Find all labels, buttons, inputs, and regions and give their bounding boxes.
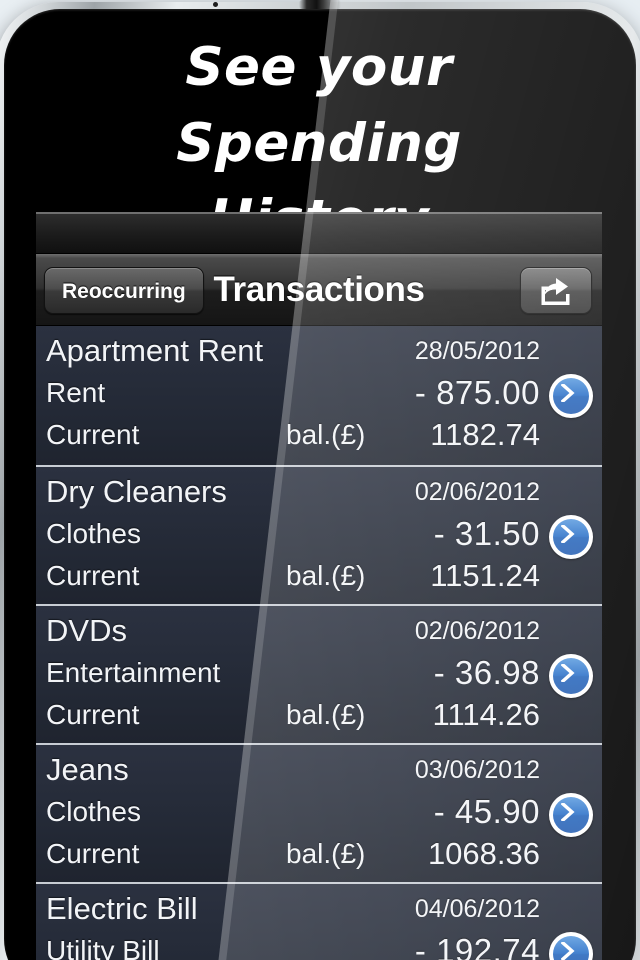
balance-label: bal.(£)	[286, 419, 366, 450]
transaction-date: 28/05/2012	[414, 337, 540, 365]
transaction-category: Clothes	[46, 518, 141, 549]
row-line-tertiary: Current bal.(£) 1182.74	[36, 412, 602, 458]
account-name: Current	[46, 419, 140, 450]
transaction-date: 02/06/2012	[414, 617, 540, 645]
table-row[interactable]: Apartment Rent 28/05/2012 Rent - 875.00 …	[36, 326, 602, 465]
transaction-name: Dry Cleaners	[46, 474, 227, 509]
row-line-primary: Dry Cleaners 02/06/2012	[36, 469, 602, 515]
row-line-tertiary: Current bal.(£) 1151.24	[36, 553, 602, 599]
transaction-name: Jeans	[46, 752, 129, 787]
account-name: Current	[46, 560, 140, 591]
row-line-secondary: Entertainment - 36.98	[36, 650, 602, 696]
transactions-list[interactable]: Apartment Rent 28/05/2012 Rent - 875.00 …	[36, 326, 602, 960]
transaction-date: 02/06/2012	[414, 478, 540, 506]
transaction-category: Clothes	[46, 796, 141, 827]
transaction-amount: - 45.90	[433, 793, 540, 830]
disclosure-button[interactable]	[549, 515, 593, 559]
promo-banner: See your Spending History	[36, 16, 602, 250]
table-row[interactable]: DVDs 02/06/2012 Entertainment - 36.98 Cu…	[36, 604, 602, 743]
account-name: Current	[46, 838, 140, 869]
transaction-name: Electric Bill	[46, 891, 198, 926]
transaction-amount: - 875.00	[414, 374, 540, 411]
page-title: Transactions	[213, 270, 425, 309]
account-name: Current	[46, 699, 140, 730]
transaction-name: DVDs	[46, 613, 127, 648]
transaction-amount: - 31.50	[433, 515, 540, 552]
earpiece-speaker	[299, 0, 341, 9]
row-line-tertiary: Current bal.(£) 1068.36	[36, 831, 602, 877]
phone-screen: See your Spending History Reoccurring Tr…	[36, 16, 602, 960]
row-line-secondary: Rent - 875.00	[36, 370, 602, 416]
table-row[interactable]: Dry Cleaners 02/06/2012 Clothes - 31.50 …	[36, 465, 602, 604]
screenshot-root: See your Spending History Reoccurring Tr…	[0, 0, 640, 960]
transaction-category: Rent	[46, 377, 106, 408]
row-line-primary: DVDs 02/06/2012	[36, 608, 602, 654]
share-icon	[521, 276, 591, 306]
row-line-secondary: Clothes - 45.90	[36, 789, 602, 835]
row-line-secondary: Clothes - 31.50	[36, 511, 602, 557]
balance-value: 1182.74	[430, 417, 540, 452]
row-line-primary: Apartment Rent 28/05/2012	[36, 328, 602, 374]
disclosure-button[interactable]	[549, 793, 593, 837]
balance-label: bal.(£)	[286, 838, 366, 869]
balance-label: bal.(£)	[286, 560, 366, 591]
transaction-category: Entertainment	[46, 657, 221, 688]
table-row[interactable]: Electric Bill 04/06/2012 Utility Bill - …	[36, 882, 602, 960]
table-row[interactable]: Jeans 03/06/2012 Clothes - 45.90 Current…	[36, 743, 602, 882]
transaction-amount: - 192.74	[414, 932, 540, 960]
balance-label: bal.(£)	[286, 699, 366, 730]
navigation-bar: Reoccurring Transactions	[36, 254, 602, 326]
balance-value: 1114.26	[432, 697, 540, 732]
row-line-secondary: Utility Bill - 192.74	[36, 928, 602, 960]
front-camera-icon	[213, 2, 218, 7]
transaction-amount: - 36.98	[433, 654, 540, 691]
transaction-category: Utility Bill	[46, 935, 160, 960]
row-line-primary: Jeans 03/06/2012	[36, 747, 602, 793]
transaction-date: 03/06/2012	[414, 756, 540, 784]
row-line-primary: Electric Bill 04/06/2012	[36, 886, 602, 932]
share-button[interactable]	[520, 267, 592, 314]
disclosure-button[interactable]	[549, 374, 593, 418]
status-bar	[36, 212, 602, 254]
balance-value: 1151.24	[430, 558, 540, 593]
balance-value: 1068.36	[427, 836, 540, 871]
transaction-date: 04/06/2012	[414, 895, 540, 923]
disclosure-button[interactable]	[549, 654, 593, 698]
transaction-name: Apartment Rent	[46, 333, 264, 368]
promo-headline-line1: See your Spending	[176, 37, 462, 174]
row-line-tertiary: Current bal.(£) 1114.26	[36, 692, 602, 738]
